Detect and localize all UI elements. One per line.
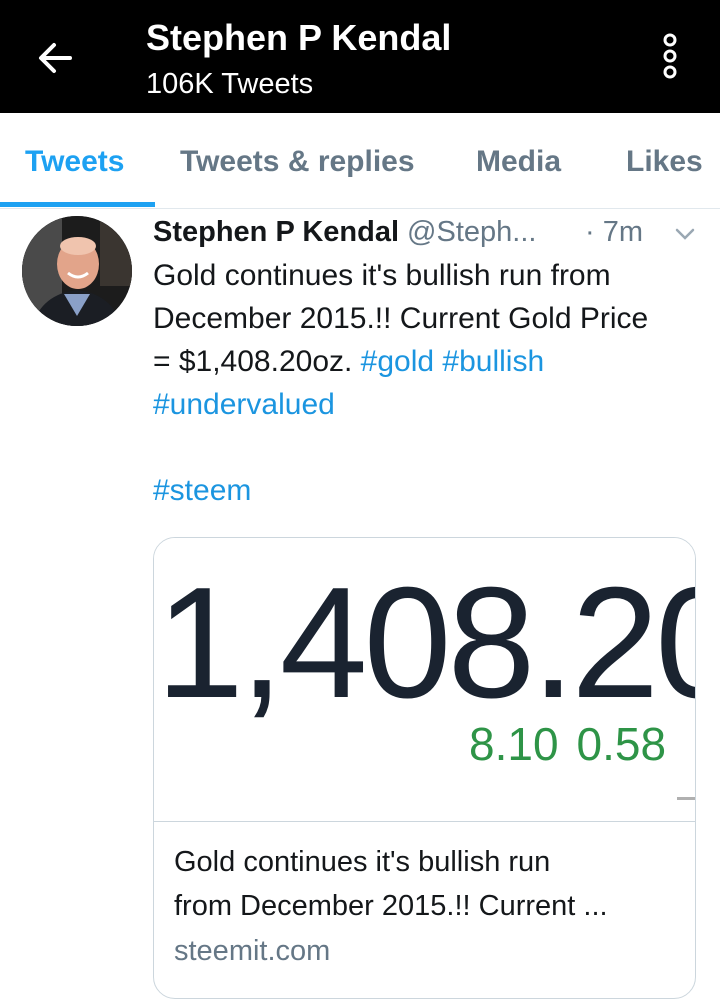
tab-tweets[interactable]: Tweets [25, 143, 124, 181]
more-vertical-icon [663, 33, 677, 79]
author-name[interactable]: Stephen P Kendal [153, 216, 399, 248]
tab-likes[interactable]: Likes [626, 143, 703, 181]
tweet-text-line: December 2015.!! Current Gold Price [153, 302, 649, 335]
tweet-timestamp[interactable]: · 7m [585, 212, 643, 252]
profile-tabs: Tweets Tweets & replies Media Likes [0, 113, 720, 209]
tweet-header: Stephen P Kendal @Steph... · 7m [153, 212, 713, 252]
card-domain: steemit.com [174, 935, 331, 967]
hashtag-link[interactable]: #steem [153, 469, 708, 512]
chevron-down-icon[interactable] [671, 220, 699, 248]
top-app-bar: Stephen P Kendal 106K Tweets [0, 0, 720, 113]
back-button[interactable] [28, 30, 84, 86]
hashtag-link[interactable]: #undervalued [153, 383, 708, 426]
profile-title: Stephen P Kendal [146, 17, 452, 58]
tweet-text-line: = $1,408.20oz. #gold #bullish [153, 340, 708, 383]
tweet-text-segment: = $1,408.20oz. [153, 345, 361, 378]
card-title-line: from December 2015.!! Current ... [174, 890, 608, 922]
card-image: 1,408.20 8.10 0.58 [154, 538, 695, 821]
more-options-button[interactable] [652, 32, 688, 80]
author-handle[interactable]: @Steph... [407, 216, 536, 248]
arrow-left-icon [39, 43, 72, 73]
tweet-text-line: Gold continues it's bullish run from [153, 259, 611, 292]
tweet-count: 106K Tweets [146, 68, 314, 100]
tweet-text: Gold continues it's bullish run from Dec… [153, 254, 708, 512]
price-change: 8.10 0.58 [469, 716, 666, 772]
card-title: Gold continues it's bullish run from Dec… [174, 840, 684, 928]
active-tab-indicator [0, 202, 155, 207]
avatar[interactable] [22, 216, 132, 326]
profile-photo [22, 216, 132, 326]
link-preview-card[interactable]: 1,408.20 8.10 0.58 Gold continues it's bu… [153, 537, 696, 999]
gold-price-figure: 1,408.20 [156, 555, 695, 731]
card-divider [154, 821, 695, 822]
image-divider-mark [677, 797, 695, 800]
hashtag-link[interactable]: #gold #bullish [361, 345, 544, 378]
price-change-percent: 0.58 [576, 718, 667, 770]
tab-media[interactable]: Media [476, 143, 561, 181]
card-title-line: Gold continues it's bullish run [174, 846, 551, 878]
price-change-value: 8.10 [469, 718, 559, 770]
tab-tweets-replies[interactable]: Tweets & replies [180, 143, 415, 181]
